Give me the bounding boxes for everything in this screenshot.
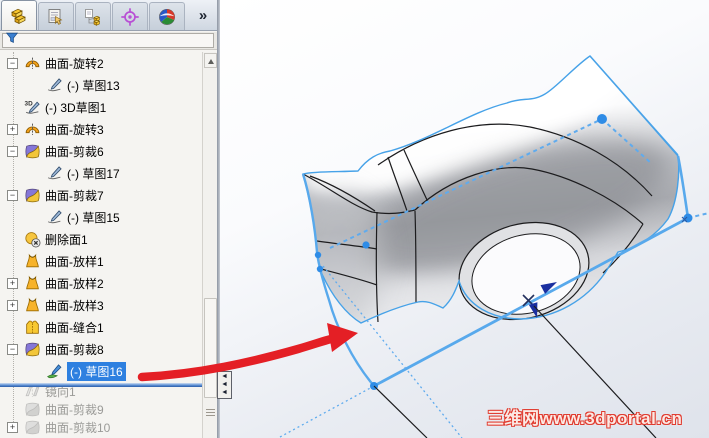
configuration-icon: [83, 7, 103, 27]
feature-manager-panel: » − 曲面-旋转2 (-) 草图13 3D (-) 3D草图1 + 曲面-旋转3…: [0, 0, 217, 438]
tree-item-label: 曲面-旋转3: [45, 122, 104, 137]
trim-surface-icon: [24, 341, 41, 358]
tree-item-17[interactable]: 曲面-剪裁9: [0, 400, 202, 418]
feature-tree: − 曲面-旋转2 (-) 草图13 3D (-) 3D草图1 + 曲面-旋转3− …: [0, 52, 202, 438]
panel-collapse-button[interactable]: ◄ ◄ ◄: [217, 371, 232, 399]
expand-box[interactable]: +: [7, 422, 18, 433]
tree-item-15[interactable]: (-) 草图16: [0, 360, 202, 382]
tree-item-8[interactable]: (-) 草图15: [0, 206, 202, 228]
tree-item-label: 曲面-剪裁7: [45, 188, 104, 203]
panel-tab-bar: »: [0, 0, 217, 31]
tree-item-label: 曲面-剪裁8: [45, 342, 104, 357]
graphics-viewport[interactable]: 三维网www.3dportal.cn: [220, 0, 709, 438]
tree-item-label: 曲面-放样3: [45, 298, 104, 313]
trim-gray-icon: [24, 419, 41, 436]
tree-item-label: 删除面1: [45, 232, 88, 247]
dimxpertmanager-tab[interactable]: [112, 2, 148, 30]
loft-surface-icon: [24, 253, 41, 270]
tree-item-label: 曲面-放样1: [45, 254, 104, 269]
tree-filter-input[interactable]: [2, 31, 214, 50]
dimxpert-icon: [120, 7, 140, 27]
trim-gray-icon: [24, 401, 41, 418]
tab-overflow-chevron[interactable]: »: [193, 6, 213, 26]
tree-item-label: (-) 草图13: [67, 78, 120, 93]
tree-item-label: 曲面-剪裁9: [45, 402, 104, 417]
tree-item-label: 曲面-剪裁6: [45, 144, 104, 159]
tree-item-7[interactable]: − 曲面-剪裁7: [0, 184, 202, 206]
tree-item-label: 曲面-放样2: [45, 276, 104, 291]
sketch-icon: [46, 165, 63, 182]
sketch3d-icon: 3D: [24, 99, 41, 116]
collapse-box[interactable]: −: [7, 344, 18, 355]
tree-item-14[interactable]: − 曲面-剪裁8: [0, 338, 202, 360]
scrollbar-grip[interactable]: [206, 407, 215, 418]
delete-face-icon: [24, 231, 41, 248]
tree-item-5[interactable]: − 曲面-剪裁6: [0, 140, 202, 162]
loft-surface-icon: [24, 297, 41, 314]
left-arrow-icon: ◄: [221, 381, 228, 388]
tree-filter-bar: [0, 32, 217, 50]
scroll-up-button[interactable]: [204, 53, 217, 68]
svg-text:3D: 3D: [25, 100, 34, 107]
tree-item-2[interactable]: (-) 草图13: [0, 74, 202, 96]
filter-funnel-icon: [5, 31, 19, 50]
trim-surface-icon: [24, 143, 41, 160]
tree-item-3[interactable]: 3D (-) 3D草图1: [0, 96, 202, 118]
feature-tree-icon: [9, 6, 29, 26]
expand-box[interactable]: +: [7, 124, 18, 135]
tree-item-label: (-) 草图15: [67, 210, 120, 225]
solidworks-window: » − 曲面-旋转2 (-) 草图13 3D (-) 3D草图1 + 曲面-旋转3…: [0, 0, 709, 438]
revolve-surface-icon: [24, 55, 41, 72]
tree-item-1[interactable]: − 曲面-旋转2: [0, 52, 202, 74]
featuremanager-tab[interactable]: [1, 0, 37, 30]
display-manager-icon: [157, 7, 177, 27]
watermark: 三维网www.3dportal.cn: [487, 409, 683, 428]
sketch-edit-icon: [46, 363, 63, 380]
sketch-icon: [46, 77, 63, 94]
collapse-box[interactable]: −: [7, 146, 18, 157]
tree-item-18[interactable]: + 曲面-剪裁10: [0, 418, 202, 436]
trim-surface-icon: [24, 187, 41, 204]
surface-body[interactable]: [290, 20, 682, 390]
propertymanager-tab[interactable]: [38, 2, 74, 30]
tree-item-6[interactable]: (-) 草图17: [0, 162, 202, 184]
left-arrow-icon: ◄: [221, 389, 228, 396]
tree-item-12[interactable]: + 曲面-放样3: [0, 294, 202, 316]
tree-item-label: (-) 草图17: [67, 166, 120, 181]
tree-item-label: 曲面-旋转2: [45, 56, 104, 71]
tree-item-13[interactable]: 曲面-缝合1: [0, 316, 202, 338]
tree-item-label: 曲面-剪裁10: [45, 420, 111, 435]
expand-box[interactable]: +: [7, 278, 18, 289]
tree-item-10[interactable]: 曲面-放样1: [0, 250, 202, 272]
left-arrow-icon: ◄: [221, 373, 228, 380]
up-arrow-icon: [208, 59, 214, 64]
expand-box[interactable]: +: [7, 300, 18, 311]
knit-surface-icon: [24, 319, 41, 336]
collapse-box[interactable]: −: [7, 58, 18, 69]
property-manager-icon: [46, 7, 66, 27]
revolve-surface-icon: [24, 121, 41, 138]
tree-scrollbar[interactable]: [202, 52, 217, 438]
tree-item-9[interactable]: 删除面1: [0, 228, 202, 250]
tree-item-11[interactable]: + 曲面-放样2: [0, 272, 202, 294]
displaymanager-tab[interactable]: [149, 2, 185, 30]
tree-item-4[interactable]: + 曲面-旋转3: [0, 118, 202, 140]
configurationmanager-tab[interactable]: [75, 2, 111, 30]
loft-surface-icon: [24, 275, 41, 292]
tree-item-label: 曲面-缝合1: [45, 320, 104, 335]
tree-item-label: (-) 3D草图1: [45, 100, 107, 115]
model-canvas[interactable]: [220, 0, 709, 438]
scrollbar-thumb[interactable]: [204, 298, 217, 398]
sketch-icon: [46, 209, 63, 226]
rollback-bar[interactable]: [0, 383, 202, 387]
collapse-box[interactable]: −: [7, 190, 18, 201]
tree-item-label: (-) 草图16: [67, 361, 126, 381]
